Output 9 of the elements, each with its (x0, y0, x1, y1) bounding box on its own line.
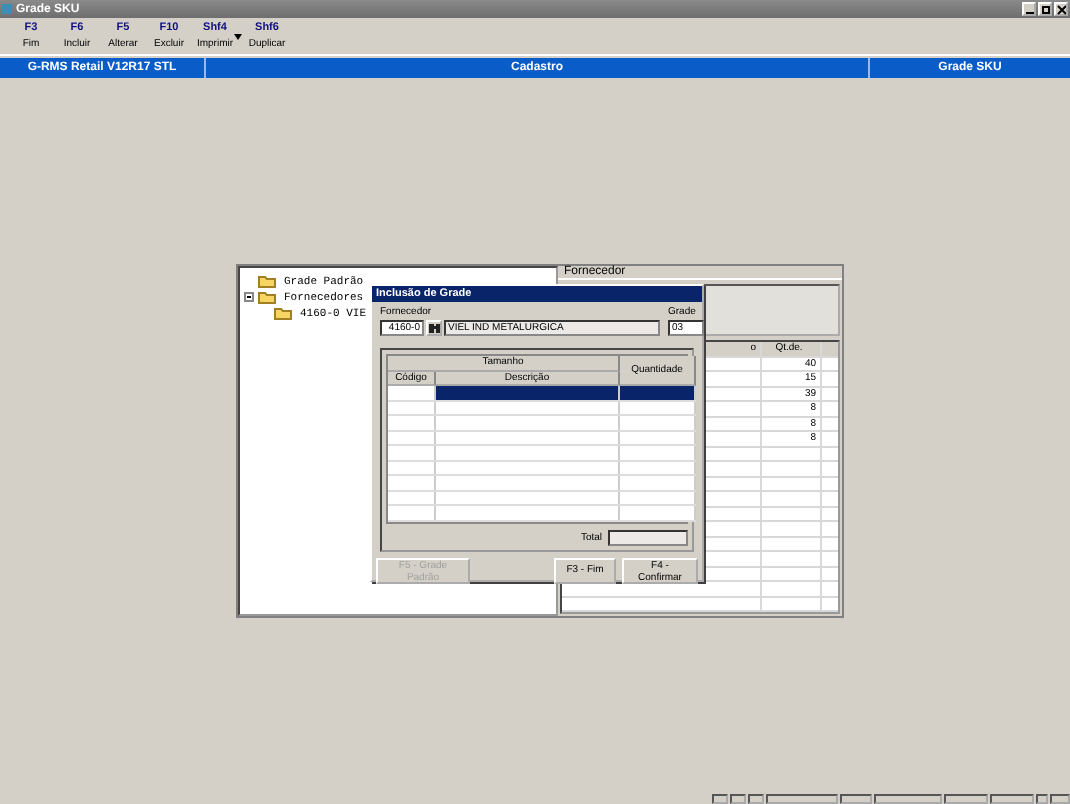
minimize-button[interactable] (1022, 2, 1036, 16)
close-button[interactable] (1054, 2, 1068, 16)
caret-icon[interactable] (234, 33, 242, 39)
binoculars-icon[interactable] (426, 320, 442, 336)
collapse-icon[interactable] (244, 291, 254, 301)
table-row[interactable] (388, 386, 696, 401)
restore-button[interactable] (1038, 2, 1052, 16)
total-field (608, 529, 688, 545)
app-icon (2, 4, 12, 14)
